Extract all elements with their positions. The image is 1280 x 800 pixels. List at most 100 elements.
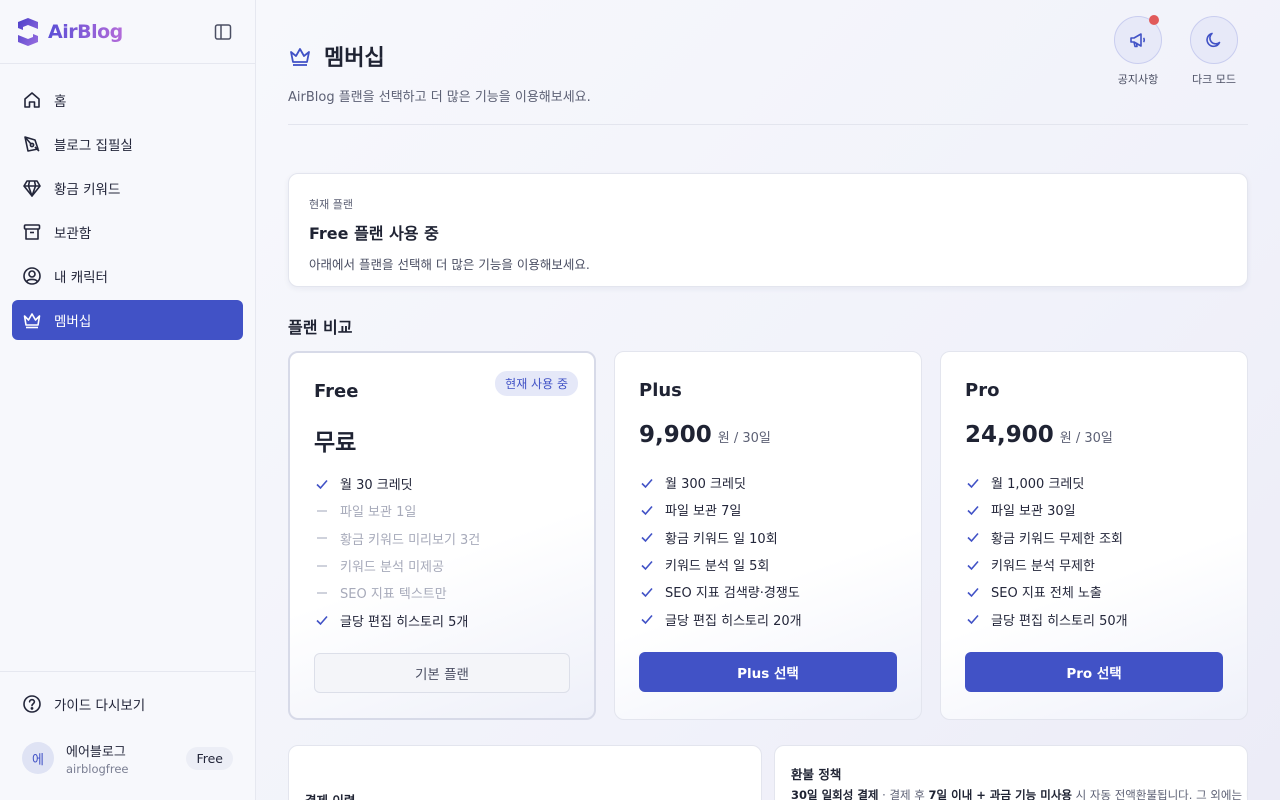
price-unit: 원 / 30일 — [717, 431, 771, 446]
feature-item: 글당 편집 히스토리 20개 — [639, 605, 899, 632]
plan-name: Free — [314, 381, 359, 402]
feature-item: 글당 편집 히스토리 5개 — [314, 606, 574, 633]
user-info: 에어블로그 airblogfree — [66, 741, 186, 776]
price-value: 9,900 — [639, 422, 712, 448]
notice-circle — [1114, 15, 1162, 64]
feature-item: 파일 보관 30일 — [965, 496, 1225, 523]
crown-icon — [290, 48, 310, 66]
sidebar-item-home[interactable]: 홈 — [12, 80, 243, 120]
refund-text-part: 시 자동 전액환불됩니다. 그 외에는 디 — [1072, 788, 1248, 800]
refund-policy-card: 환불 정책 30일 일회성 결제 · 결제 후 7일 이내 + 과금 기능 미사… — [774, 745, 1248, 800]
feature-list: 월 30 크레딧 파일 보관 1일 황금 키워드 미리보기 3건 키워드 분석 … — [314, 470, 574, 634]
help-circle-icon — [23, 695, 41, 713]
plan-card-free: Free 현재 사용 중 무료 월 30 크레딧 파일 보관 1일 황금 키워드… — [288, 351, 596, 720]
check-icon — [967, 587, 979, 598]
feature-text: SEO 지표 텍스트만 — [340, 587, 447, 603]
feature-item: 황금 키워드 무제한 조회 — [965, 524, 1225, 551]
check-icon — [641, 560, 653, 570]
plan-price: 9,900 원 / 30일 — [639, 422, 771, 448]
feature-item: SEO 지표 검색량·경쟁도 — [639, 578, 899, 605]
refund-emphasis: 30일 일회성 결제 — [791, 788, 879, 800]
sidebar-item-writing-studio[interactable]: 블로그 집필실 — [12, 124, 243, 164]
page-subtitle: AirBlog 플랜을 선택하고 더 많은 기능을 이용해보세요. — [288, 90, 591, 105]
payment-history-title: 결제 이력 — [305, 790, 355, 800]
plan-card-plus: Plus 9,900 원 / 30일 월 300 크레딧 파일 보관 7일 황금… — [614, 351, 922, 720]
current-plan-badge: 현재 사용 중 — [495, 371, 578, 396]
sidebar-item-my-character[interactable]: 내 캐릭터 — [12, 256, 243, 296]
check-icon — [641, 505, 653, 516]
check-icon — [641, 587, 653, 598]
plan-price: 24,900 원 / 30일 — [965, 422, 1113, 448]
airblog-logo-icon — [18, 17, 38, 46]
check-icon — [967, 505, 979, 516]
feature-text: 글당 편집 히스토리 50개 — [991, 613, 1128, 629]
feature-item: 파일 보관 7일 — [639, 496, 899, 523]
select-plus-button[interactable]: Plus 선택 — [639, 652, 897, 692]
logo-row: AirBlog — [0, 0, 255, 64]
check-icon — [316, 479, 328, 489]
current-plan-desc: 아래에서 플랜을 선택해 더 많은 기능을 이용해보세요. — [309, 257, 590, 272]
feature-list: 월 300 크레딧 파일 보관 7일 황금 키워드 일 10회 키워드 분석 일… — [639, 469, 899, 633]
plan-name: Pro — [965, 380, 1000, 401]
notification-dot — [1149, 15, 1159, 25]
dark-mode-circle — [1190, 16, 1238, 64]
feature-item: 키워드 분석 무제한 — [965, 551, 1225, 578]
feature-text: 파일 보관 7일 — [665, 504, 742, 520]
check-icon — [967, 478, 979, 488]
feature-text: 월 300 크레딧 — [665, 477, 746, 493]
feature-item: 글당 편집 히스토리 50개 — [965, 605, 1225, 632]
basic-plan-button[interactable]: 기본 플랜 — [314, 653, 570, 693]
sidebar-toggle-icon[interactable] — [213, 22, 233, 42]
feature-item: SEO 지표 전체 노출 — [965, 578, 1225, 605]
user-profile[interactable]: 에 에어블로그 airblogfree Free — [0, 736, 255, 780]
app-name: AirBlog — [48, 20, 123, 43]
feature-text: SEO 지표 전체 노출 — [991, 586, 1102, 602]
user-id: airblogfree — [66, 761, 129, 776]
main-content: 멤버십 AirBlog 플랜을 선택하고 더 많은 기능을 이용해보세요. 공지… — [256, 0, 1280, 800]
feature-item: 월 300 크레딧 — [639, 469, 899, 496]
dash-icon — [317, 592, 327, 594]
plan-card-pro: Pro 24,900 원 / 30일 월 1,000 크레딧 파일 보관 30일… — [940, 351, 1248, 720]
plan-price: 무료 — [314, 423, 356, 457]
dark-mode-label: 다크 모드 — [1192, 73, 1236, 86]
dash-icon — [317, 537, 327, 540]
sidebar-item-membership[interactable]: 멤버십 — [12, 300, 243, 340]
plan-name: Plus — [639, 380, 682, 401]
refund-policy-title: 환불 정책 — [791, 767, 842, 782]
guide-replay-button[interactable]: 가이드 다시보기 — [0, 672, 255, 736]
feature-text: SEO 지표 검색량·경쟁도 — [665, 586, 800, 602]
feature-item: 월 1,000 크레딧 — [965, 469, 1225, 496]
sidebar-item-archive[interactable]: 보관함 — [12, 212, 243, 252]
dark-mode-button[interactable]: 다크 모드 — [1184, 16, 1244, 87]
crown-icon — [23, 313, 41, 329]
sidebar-nav: 홈 블로그 집필실 황금 키워드 보관함 내 캐릭터 멤버십 — [0, 64, 255, 360]
current-plan-title: Free 플랜 사용 중 — [309, 224, 439, 243]
plan-cards: Free 현재 사용 중 무료 월 30 크레딧 파일 보관 1일 황금 키워드… — [288, 351, 1248, 720]
sidebar-item-label: 멤버십 — [54, 314, 92, 330]
feature-item: SEO 지표 텍스트만 — [314, 579, 574, 606]
feature-text: 키워드 분석 일 5회 — [665, 559, 770, 575]
megaphone-icon — [1130, 33, 1146, 48]
current-plan-card: 현재 플랜 Free 플랜 사용 중 아래에서 플랜을 선택해 더 많은 기능을… — [288, 173, 1248, 287]
user-circle-icon — [23, 267, 41, 285]
price-unit: 원 / 30일 — [1059, 431, 1113, 446]
current-plan-label: 현재 플랜 — [309, 198, 353, 211]
avatar: 에 — [22, 742, 54, 774]
top-actions: 공지사항 다크 모드 — [1092, 15, 1244, 87]
check-icon — [967, 560, 979, 570]
select-pro-button[interactable]: Pro 선택 — [965, 652, 1223, 692]
feature-item: 파일 보관 1일 — [314, 497, 574, 524]
feature-item: 월 30 크레딧 — [314, 470, 574, 497]
sidebar-footer: 가이드 다시보기 에 에어블로그 airblogfree Free — [0, 671, 255, 800]
home-icon — [24, 92, 40, 108]
page-title: 멤버십 — [324, 46, 385, 71]
moon-icon — [1206, 32, 1221, 48]
sidebar-item-label: 보관함 — [54, 226, 92, 242]
notice-button[interactable]: 공지사항 — [1108, 15, 1168, 87]
sidebar-item-golden-keyword[interactable]: 황금 키워드 — [12, 168, 243, 208]
check-icon — [967, 615, 979, 625]
dash-icon — [317, 510, 327, 512]
payment-history-card: 결제 이력 — [288, 745, 762, 800]
feature-text: 황금 키워드 일 10회 — [665, 531, 778, 547]
notice-label: 공지사항 — [1117, 73, 1159, 86]
